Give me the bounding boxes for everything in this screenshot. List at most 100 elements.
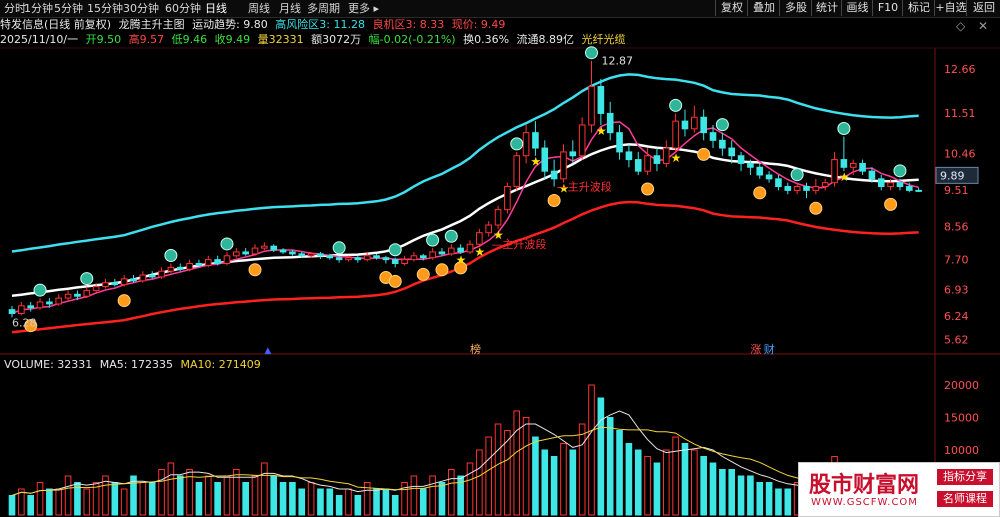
buy-signal-icon <box>697 147 711 161</box>
candle-body <box>550 170 558 180</box>
volume-bar <box>251 475 259 516</box>
trend-signal-icon <box>220 237 234 251</box>
candle-body <box>625 151 633 161</box>
candle-body <box>74 293 81 297</box>
volume-bar <box>606 417 614 516</box>
wave-label-secondary: —主升波段 <box>557 179 612 193</box>
diamond-icon[interactable]: ◇ <box>956 19 966 33</box>
volume-ma10-line <box>11 426 919 496</box>
volume-bar <box>653 462 661 516</box>
volume-bar <box>578 423 586 516</box>
candle-body <box>747 162 754 168</box>
candle-body <box>915 189 922 192</box>
trend-signal-icon <box>164 248 178 262</box>
price-axis-label: 10.46 <box>944 147 976 160</box>
trend-signal-icon <box>893 164 907 178</box>
volume-bar <box>345 488 352 516</box>
candle-body <box>728 147 736 157</box>
volume-bar <box>139 482 147 516</box>
candle-body <box>148 274 156 278</box>
volume-bar <box>233 469 240 516</box>
candle-body <box>541 147 549 172</box>
volume-bar <box>485 436 492 516</box>
price-chart[interactable]: ★★★★★★★★12.876.28—主升波段—主升波段榜涨财▲12.6611.5… <box>0 0 1000 517</box>
candle-body <box>840 159 848 168</box>
marker-cai-label: 财 <box>764 342 775 356</box>
candle-body <box>139 274 147 282</box>
volume-bar <box>410 475 418 516</box>
buy-signal-icon <box>248 263 262 277</box>
volume-bar <box>167 462 175 516</box>
volume-bar <box>204 475 212 516</box>
candle-body <box>896 182 904 188</box>
candle-body <box>831 159 838 184</box>
volume-bar <box>784 488 792 516</box>
buy-signal-icon <box>641 182 655 196</box>
candle-body <box>92 286 100 291</box>
candle-body <box>653 155 661 164</box>
volume-bar <box>307 482 315 516</box>
candle-body <box>214 259 221 264</box>
volume-bar <box>8 495 16 516</box>
volume-bar <box>214 482 221 516</box>
candle-body <box>616 132 623 153</box>
volume-label: VOLUME: 32331 <box>4 358 93 371</box>
upper-band-line <box>11 73 919 253</box>
price-axis-label: 7.70 <box>944 254 969 267</box>
candle-body <box>700 116 707 134</box>
volume-bar <box>597 397 605 516</box>
candle-body <box>709 132 717 141</box>
candle-body <box>784 186 792 191</box>
candle-body <box>55 297 63 305</box>
volume-bar <box>111 482 119 516</box>
volume-bar <box>550 456 558 516</box>
close-icon[interactable]: ✕ <box>978 19 988 33</box>
volume-header: VOLUME: 32331 MA5: 172335 MA10: 271409 <box>4 357 265 372</box>
volume-bar <box>775 488 782 516</box>
volume-bar <box>448 469 455 516</box>
candle-body <box>821 182 829 188</box>
volume-bar <box>55 488 63 516</box>
candle-body <box>765 174 773 180</box>
candle-body <box>326 255 334 259</box>
buy-signal-icon <box>435 263 449 277</box>
volume-bar <box>429 475 436 516</box>
volume-bar <box>27 495 34 516</box>
volume-bar <box>438 482 446 516</box>
candle-body <box>476 232 483 245</box>
candle-body <box>849 162 857 168</box>
candle-body <box>111 282 119 286</box>
watermark-title: 股市财富网 <box>809 472 920 498</box>
volume-axis-label: 20000 <box>944 379 979 392</box>
candle-body <box>8 309 16 315</box>
price-axis-label: 9.51 <box>944 184 969 197</box>
trend-signal-icon <box>388 243 402 257</box>
candle-body <box>812 186 820 191</box>
candle-body <box>429 251 436 259</box>
volume-bar <box>335 495 343 516</box>
candle-body <box>448 247 455 255</box>
price-axis-label: 8.56 <box>944 221 969 234</box>
price-axis-label: 6.24 <box>944 310 969 323</box>
volume-bar <box>298 488 306 516</box>
candle-body <box>906 186 913 191</box>
volume-bar <box>148 482 156 516</box>
volume-bar <box>532 436 539 516</box>
candle-body <box>307 253 315 257</box>
candle-body <box>223 255 231 264</box>
candle-body <box>130 278 137 282</box>
candle-body <box>27 305 34 309</box>
candle-body <box>737 155 745 164</box>
candle-body <box>251 247 259 255</box>
trend-signal-icon <box>332 241 346 255</box>
candle-body <box>167 266 175 272</box>
buy-signal-icon <box>809 201 823 215</box>
volume-bar <box>158 469 165 516</box>
candle-body <box>578 124 586 157</box>
candle-body <box>606 112 614 134</box>
volume-bar <box>289 482 296 516</box>
candle-body <box>270 245 278 251</box>
star-signal-icon: ★ <box>530 155 541 169</box>
buy-signal-icon <box>547 194 561 208</box>
low-price-label: 6.28 <box>12 316 37 329</box>
